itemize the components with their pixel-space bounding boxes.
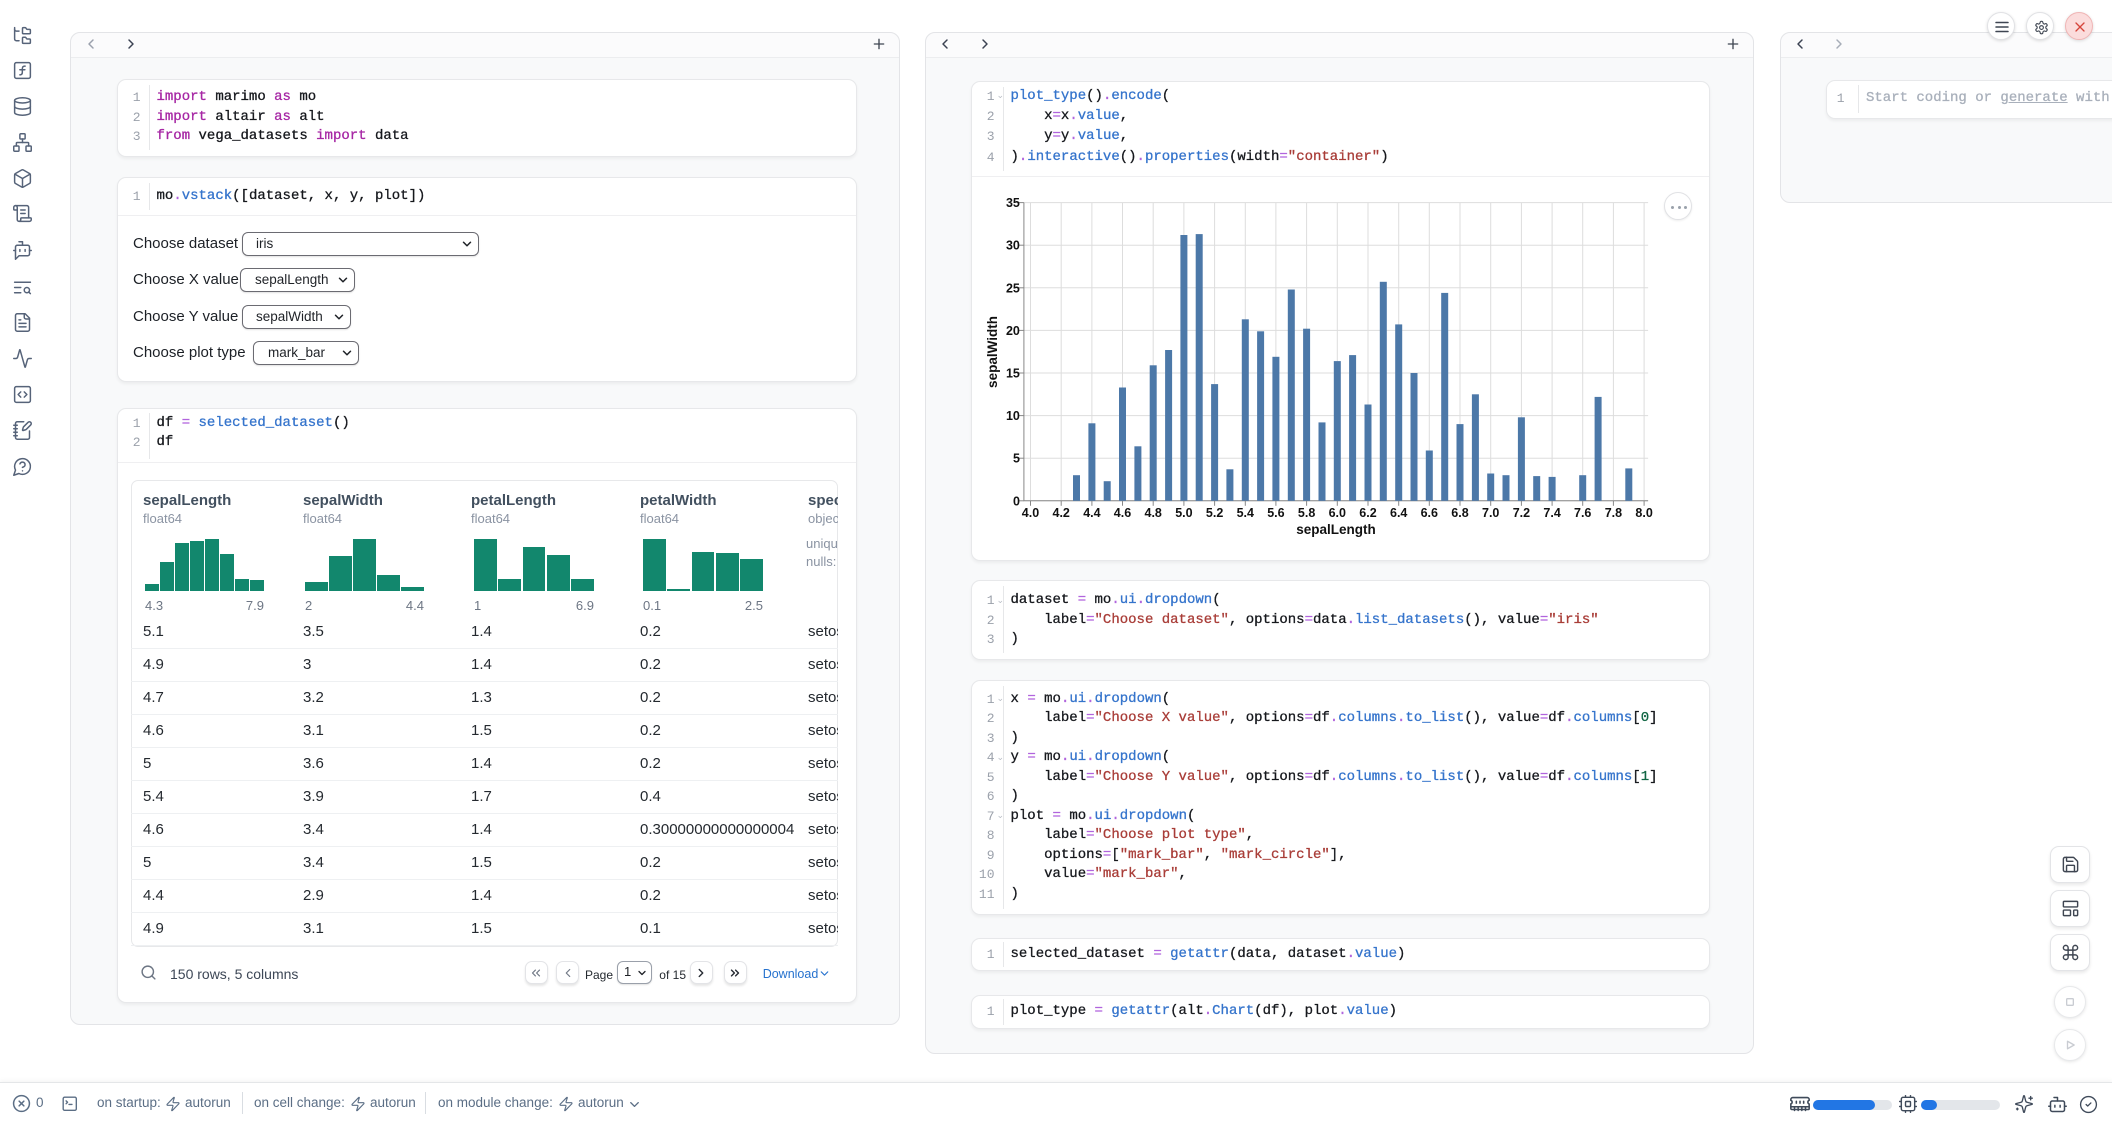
svg-text:6.0: 6.0 (1328, 506, 1345, 520)
svg-text:30: 30 (1005, 239, 1019, 253)
svg-text:7.2: 7.2 (1512, 506, 1529, 520)
svg-text:4.8: 4.8 (1144, 506, 1161, 520)
svg-text:4.0: 4.0 (1021, 506, 1038, 520)
svg-text:10: 10 (1005, 409, 1019, 423)
svg-text:5.8: 5.8 (1297, 506, 1314, 520)
svg-text:8.0: 8.0 (1635, 506, 1652, 520)
svg-text:4.2: 4.2 (1052, 506, 1069, 520)
svg-text:4.6: 4.6 (1113, 506, 1130, 520)
svg-text:6.6: 6.6 (1420, 506, 1437, 520)
svg-text:25: 25 (1005, 281, 1019, 295)
svg-text:5.0: 5.0 (1175, 506, 1192, 520)
svg-text:5.2: 5.2 (1205, 506, 1222, 520)
svg-text:6.2: 6.2 (1359, 506, 1376, 520)
svg-text:5.4: 5.4 (1236, 506, 1253, 520)
svg-text:7.0: 7.0 (1482, 506, 1499, 520)
svg-text:4.4: 4.4 (1083, 506, 1100, 520)
svg-text:7.4: 7.4 (1543, 506, 1560, 520)
svg-text:sepalLength: sepalLength (1296, 522, 1376, 537)
svg-text:6.4: 6.4 (1390, 506, 1407, 520)
svg-text:35: 35 (1005, 196, 1019, 210)
svg-text:5: 5 (1012, 452, 1019, 466)
svg-text:7.8: 7.8 (1604, 506, 1621, 520)
svg-text:7.6: 7.6 (1574, 506, 1591, 520)
svg-text:sepalWidth: sepalWidth (985, 316, 1000, 388)
svg-text:15: 15 (1005, 367, 1019, 381)
svg-text:5.6: 5.6 (1267, 506, 1284, 520)
svg-text:0: 0 (1012, 494, 1019, 508)
svg-text:6.8: 6.8 (1451, 506, 1468, 520)
svg-text:20: 20 (1005, 324, 1019, 338)
